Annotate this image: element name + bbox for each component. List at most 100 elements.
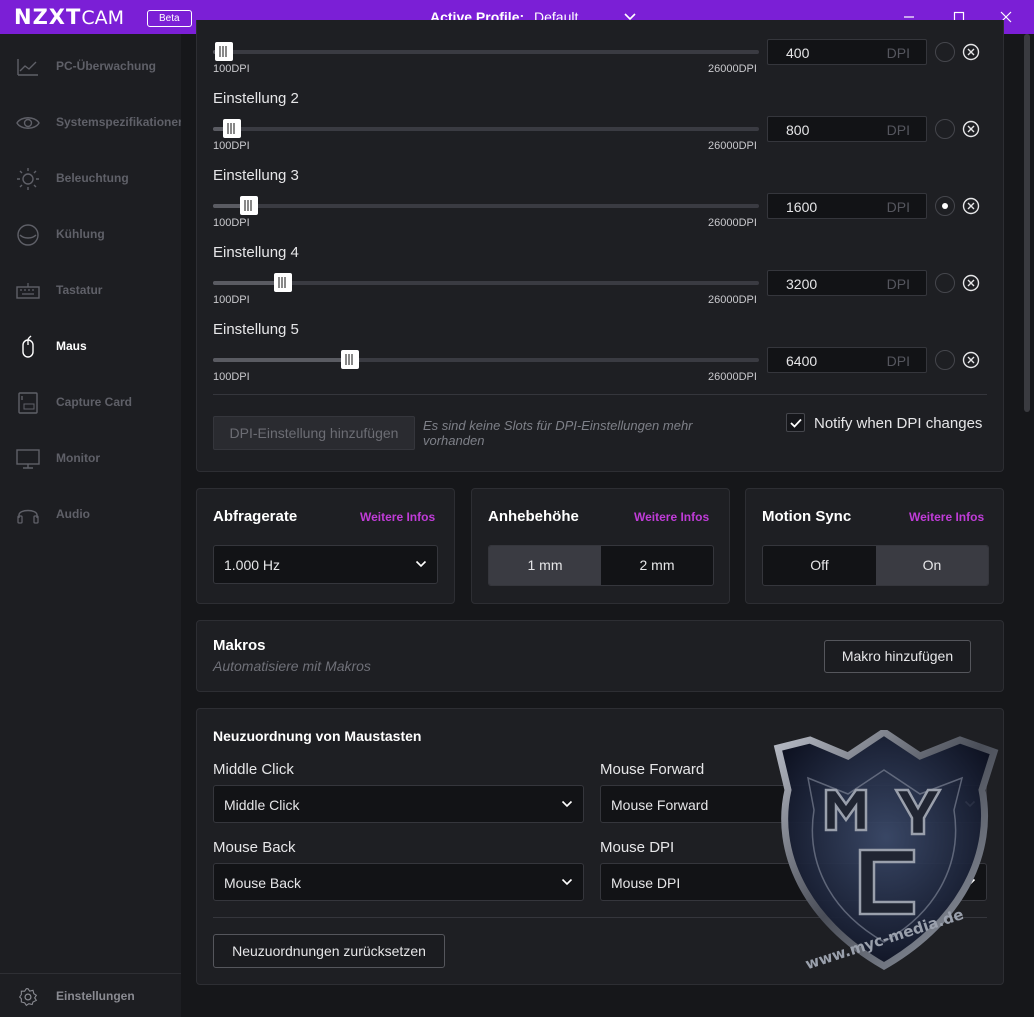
- reset-remaps-button[interactable]: Neuzuordnungen zurücksetzen: [213, 934, 445, 968]
- macros-subtitle: Automatisiere mit Makros: [213, 658, 371, 674]
- scrollbar[interactable]: [1021, 34, 1034, 1017]
- remap-value: Mouse Back: [224, 875, 302, 891]
- sidebar-divider: [0, 973, 181, 974]
- dpi-slider-min-label: 100DPI: [213, 371, 250, 383]
- sidebar-item-label: Kühlung: [56, 227, 105, 241]
- lift-off-more-info-link[interactable]: Weitere Infos: [634, 510, 709, 524]
- polling-rate-select[interactable]: 1.000 Hz: [213, 545, 438, 584]
- grip-icon: [278, 277, 286, 288]
- polling-rate-title: Abfragerate: [213, 508, 298, 525]
- dpi-value-input[interactable]: 400 DPI: [767, 39, 927, 65]
- mouse-icon: [22, 335, 34, 358]
- remap-value: Mouse Forward: [611, 797, 709, 813]
- grip-icon: [244, 200, 252, 211]
- dpi-value-input[interactable]: 6400 DPI: [767, 347, 927, 373]
- grip-icon: [219, 46, 227, 57]
- motion-sync-option-off[interactable]: Off: [763, 546, 876, 585]
- sidebar-item-keyboard[interactable]: Tastatur: [0, 271, 181, 311]
- dpi-slider-thumb[interactable]: [341, 350, 359, 369]
- grip-icon: [227, 123, 235, 134]
- lift-off-option-2mm[interactable]: 2 mm: [601, 546, 713, 585]
- sidebar-item-cooling[interactable]: Kühlung: [0, 215, 181, 255]
- remap-label-mouse-dpi: Mouse DPI: [600, 839, 675, 856]
- remove-circle-icon[interactable]: [962, 274, 980, 292]
- dpi-slot-select-radio[interactable]: [935, 42, 955, 62]
- remap-select-mouse-back[interactable]: Mouse Back: [213, 863, 584, 901]
- sidebar-item-settings[interactable]: Einstellungen: [0, 977, 181, 1017]
- sidebar-item-system-specs[interactable]: Systemspezifikationen: [0, 103, 185, 143]
- dpi-slider-max-label: 26000DPI: [708, 217, 757, 229]
- remove-circle-icon[interactable]: [962, 351, 980, 369]
- dpi-slider-thumb[interactable]: [274, 273, 292, 292]
- notify-dpi-checkbox[interactable]: [786, 413, 805, 432]
- chart-line-icon: [17, 59, 38, 76]
- dpi-slot-title: Einstellung 5: [213, 321, 299, 338]
- lift-off-toggle: 1 mm 2 mm: [488, 545, 714, 586]
- dpi-value: 1600: [786, 199, 818, 215]
- remap-label-middle-click: Middle Click: [213, 761, 294, 778]
- remove-circle-icon[interactable]: [962, 43, 980, 61]
- dpi-slider-max-label: 26000DPI: [708, 140, 757, 152]
- polling-rate-value: 1.000 Hz: [224, 557, 281, 573]
- sidebar-item-mouse[interactable]: Maus: [0, 327, 181, 367]
- dpi-slider-max-label: 26000DPI: [708, 294, 757, 306]
- remove-circle-icon[interactable]: [962, 197, 980, 215]
- dpi-slider-max-label: 26000DPI: [708, 371, 757, 383]
- dpi-slider-fill: [213, 358, 346, 362]
- sidebar-item-audio[interactable]: Audio: [0, 495, 181, 535]
- remap-select-middle-click[interactable]: Middle Click: [213, 785, 584, 823]
- dpi-slot-select-radio[interactable]: [935, 196, 955, 216]
- button-remap-title: Neuzuordnung von Maustasten: [213, 728, 422, 744]
- add-macro-button[interactable]: Makro hinzufügen: [824, 640, 971, 673]
- remap-label-mouse-forward: Mouse Forward: [600, 761, 705, 778]
- dpi-slot-1: 100DPI 26000DPI 400 DPI: [213, 38, 993, 108]
- sun-icon: [17, 168, 39, 190]
- motion-sync-option-on[interactable]: On: [876, 546, 988, 585]
- notify-dpi-label: Notify when DPI changes: [814, 415, 983, 432]
- dpi-slider-thumb[interactable]: [240, 196, 258, 215]
- headset-icon: [17, 509, 39, 524]
- dpi-slider-track[interactable]: [213, 204, 759, 208]
- dpi-slider-track[interactable]: [213, 50, 759, 54]
- dpi-slot-title: Einstellung 4: [213, 244, 299, 261]
- dpi-slider-thumb[interactable]: [223, 119, 241, 138]
- capture-card-icon: [18, 392, 38, 414]
- motion-sync-more-info-link[interactable]: Weitere Infos: [909, 510, 984, 524]
- remap-label-mouse-back: Mouse Back: [213, 839, 296, 856]
- scrollbar-thumb[interactable]: [1024, 34, 1030, 412]
- dpi-slider-track[interactable]: [213, 281, 759, 285]
- sidebar-item-pc-monitoring[interactable]: PC-Überwachung: [0, 47, 181, 87]
- sidebar-item-label: Capture Card: [56, 395, 133, 409]
- grip-icon: [345, 354, 353, 365]
- sidebar-item-label: PC-Überwachung: [56, 59, 157, 73]
- beta-badge: Beta: [147, 10, 192, 27]
- sidebar-item-monitor[interactable]: Monitor: [0, 439, 181, 479]
- dpi-slider-thumb[interactable]: [215, 42, 233, 61]
- chevron-down-icon: [561, 878, 573, 886]
- dpi-slider-track[interactable]: [213, 127, 759, 131]
- dpi-slot-select-radio[interactable]: [935, 119, 955, 139]
- dpi-value-input[interactable]: 3200 DPI: [767, 270, 927, 296]
- dpi-slot-select-radio[interactable]: [935, 273, 955, 293]
- keyboard-icon: [16, 283, 40, 299]
- monitor-icon: [16, 449, 40, 469]
- sidebar-item-capture-card[interactable]: Capture Card: [0, 383, 181, 423]
- dpi-slot-4: Einstellung 4 100DPI 26000DPI 3200 DPI: [213, 244, 993, 339]
- dpi-value-input[interactable]: 1600 DPI: [767, 193, 927, 219]
- dpi-slider-min-label: 100DPI: [213, 63, 250, 75]
- lift-off-option-1mm[interactable]: 1 mm: [489, 546, 601, 585]
- dpi-slider-track[interactable]: [213, 358, 759, 362]
- remove-circle-icon[interactable]: [962, 120, 980, 138]
- sidebar-item-label: Maus: [56, 339, 87, 353]
- dpi-slot-select-radio[interactable]: [935, 350, 955, 370]
- add-dpi-setting-button[interactable]: DPI-Einstellung hinzufügen: [213, 416, 415, 450]
- no-slots-note: Es sind keine Slots für DPI-Einstellunge…: [423, 418, 693, 448]
- sidebar-item-lighting[interactable]: Beleuchtung: [0, 159, 181, 199]
- divider: [213, 394, 987, 395]
- dpi-slider-min-label: 100DPI: [213, 294, 250, 306]
- polling-rate-more-info-link[interactable]: Weitere Infos: [360, 510, 435, 524]
- dpi-value-input[interactable]: 800 DPI: [767, 116, 927, 142]
- sidebar-item-label: Beleuchtung: [56, 171, 129, 185]
- app-logo: NZXTCAM: [14, 5, 124, 29]
- sidebar: PC-Überwachung Systemspezifikationen Bel…: [0, 34, 185, 1017]
